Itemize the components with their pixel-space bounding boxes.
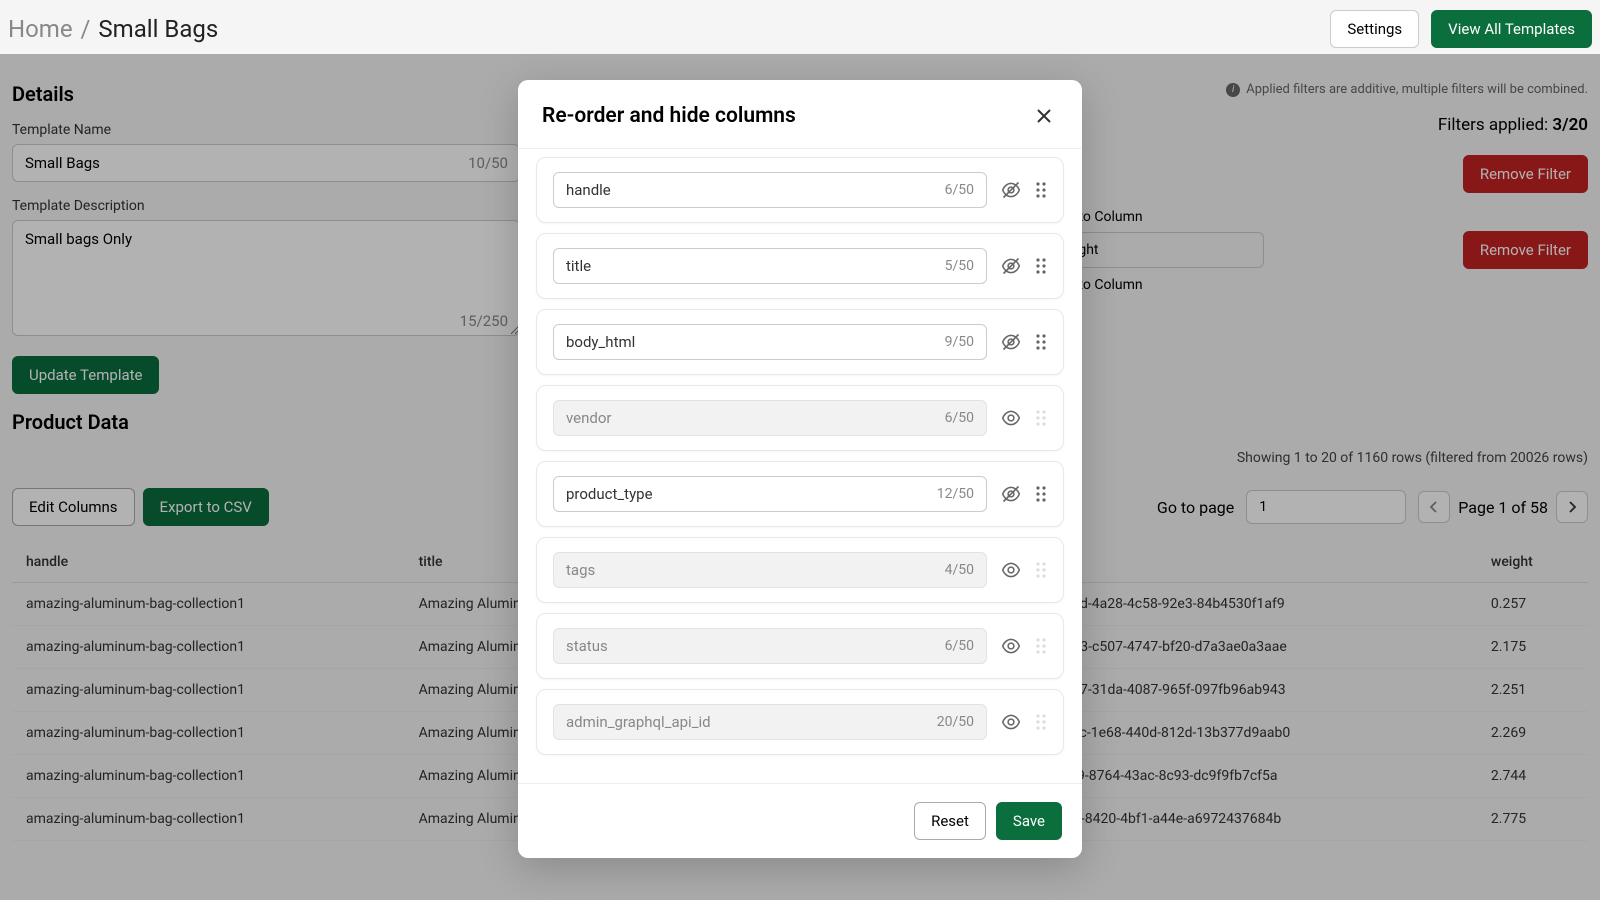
close-icon	[1035, 107, 1053, 125]
modal-overlay[interactable]: Re-order and hide columns handle6/50 titl…	[0, 54, 1600, 900]
hide-column-icon[interactable]	[1001, 256, 1021, 276]
hide-column-icon[interactable]	[1001, 332, 1021, 352]
header-actions: Settings View All Templates	[1330, 10, 1592, 48]
show-column-icon[interactable]	[1001, 408, 1021, 428]
hide-column-icon[interactable]	[1001, 484, 1021, 504]
column-name-input: admin_graphql_api_id20/50	[553, 704, 987, 740]
breadcrumb: Home / Small Bags	[8, 15, 218, 43]
column-name-input[interactable]: body_html9/50	[553, 324, 987, 360]
view-all-templates-button[interactable]: View All Templates	[1431, 10, 1592, 48]
drag-handle-icon[interactable]	[1035, 257, 1047, 275]
column-card-handle: handle6/50	[536, 157, 1064, 223]
breadcrumb-home[interactable]: Home	[8, 15, 73, 43]
header: Home / Small Bags Settings View All Temp…	[0, 0, 1600, 58]
reset-button[interactable]: Reset	[914, 802, 986, 840]
breadcrumb-current: Small Bags	[98, 15, 218, 43]
breadcrumb-separator: /	[81, 15, 91, 43]
settings-button[interactable]: Settings	[1330, 10, 1419, 48]
column-card-status: status6/50	[536, 613, 1064, 679]
show-column-icon[interactable]	[1001, 712, 1021, 732]
column-name-input: status6/50	[553, 628, 987, 664]
drag-handle-icon	[1035, 409, 1047, 427]
column-name-input[interactable]: title5/50	[553, 248, 987, 284]
modal-title: Re-order and hide columns	[542, 104, 796, 128]
column-name-input[interactable]: product_type12/50	[553, 476, 987, 512]
column-card-title: title5/50	[536, 233, 1064, 299]
drag-handle-icon[interactable]	[1035, 485, 1047, 503]
drag-handle-icon	[1035, 637, 1047, 655]
column-card-admin_graphql_api_id: admin_graphql_api_id20/50	[536, 689, 1064, 755]
show-column-icon[interactable]	[1001, 636, 1021, 656]
drag-handle-icon	[1035, 561, 1047, 579]
show-column-icon[interactable]	[1001, 560, 1021, 580]
reorder-columns-modal: Re-order and hide columns handle6/50 titl…	[518, 80, 1082, 858]
drag-handle-icon[interactable]	[1035, 333, 1047, 351]
save-button[interactable]: Save	[996, 802, 1062, 840]
column-card-tags: tags4/50	[536, 537, 1064, 603]
column-name-input: tags4/50	[553, 552, 987, 588]
column-card-product_type: product_type12/50	[536, 461, 1064, 527]
hide-column-icon[interactable]	[1001, 180, 1021, 200]
drag-handle-icon	[1035, 713, 1047, 731]
column-name-input[interactable]: handle6/50	[553, 172, 987, 208]
column-name-input: vendor6/50	[553, 400, 987, 436]
close-modal-button[interactable]	[1030, 102, 1058, 130]
drag-handle-icon[interactable]	[1035, 181, 1047, 199]
column-card-vendor: vendor6/50	[536, 385, 1064, 451]
column-card-body_html: body_html9/50	[536, 309, 1064, 375]
